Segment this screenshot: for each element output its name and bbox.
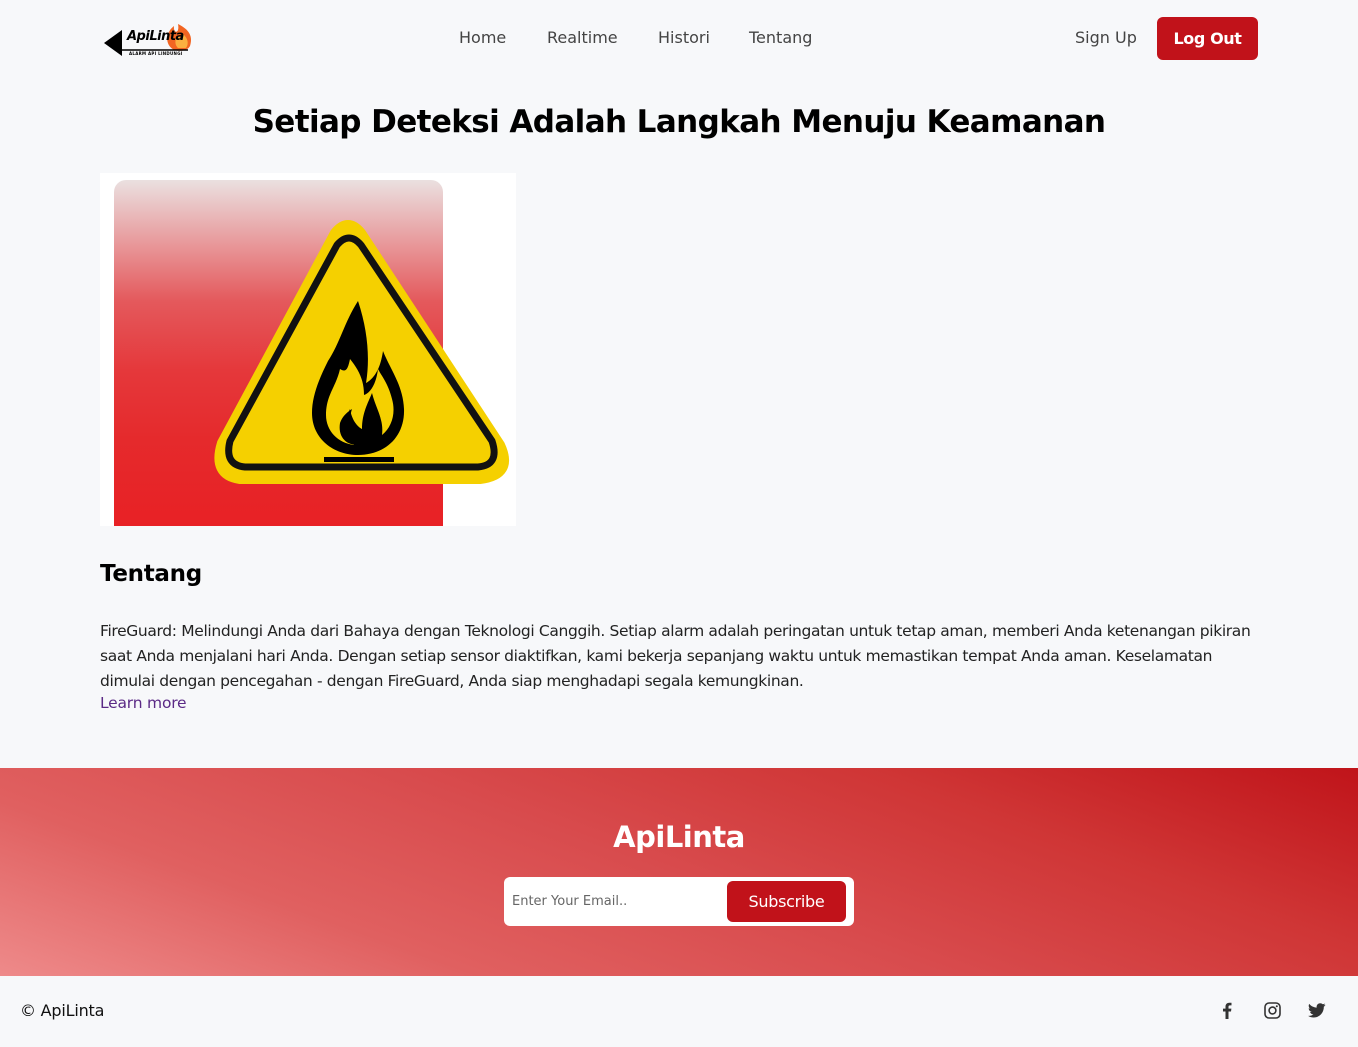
twitter-icon[interactable] [1306,999,1328,1021]
fire-warning-image [100,173,516,526]
signup-link[interactable]: Sign Up [1075,28,1137,47]
nav-home[interactable]: Home [459,28,506,47]
subscribe-section: ApiLinta Subscribe [0,768,1358,976]
header: ApiLinta ALARM API LINDUNGI Home Realtim… [0,0,1358,78]
footer-brand: ApiLinta [613,820,745,854]
learn-more-link[interactable]: Learn more [100,694,187,712]
logo-tagline: ALARM API LINDUNGI [129,51,183,56]
nav-realtime[interactable]: Realtime [547,28,618,47]
subscribe-button[interactable]: Subscribe [727,881,846,922]
nav-tentang[interactable]: Tentang [749,28,812,47]
instagram-icon[interactable] [1261,999,1283,1021]
facebook-icon[interactable] [1216,999,1238,1021]
logout-button[interactable]: Log Out [1157,17,1258,60]
flammable-warning-icon [214,220,509,484]
logo-name: ApiLinta [127,29,184,44]
about-text: FireGuard: Melindungi Anda dari Bahaya d… [100,622,1251,690]
nav-histori[interactable]: Histori [658,28,710,47]
subscribe-form: Subscribe [504,877,854,926]
logo[interactable]: ApiLinta ALARM API LINDUNGI [102,10,200,62]
about-title: Tentang [100,561,202,587]
copyright: © ApiLinta [20,1001,105,1020]
page-title: Setiap Deteksi Adalah Langkah Menuju Kea… [252,104,1106,140]
email-input[interactable] [508,881,723,922]
